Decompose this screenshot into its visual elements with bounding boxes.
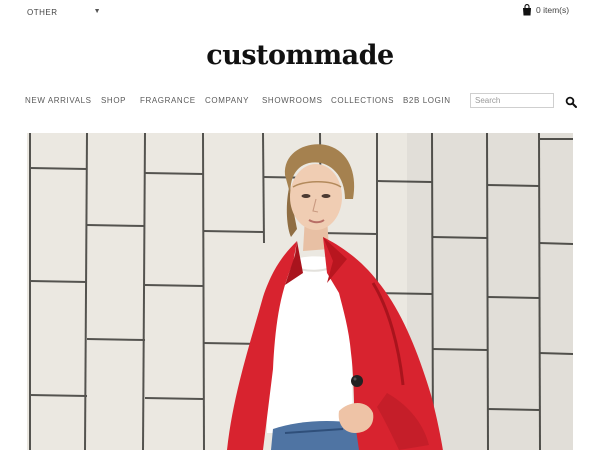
nav-fragrance[interactable]: FRAGRANCE <box>140 96 196 105</box>
hero-banner[interactable] <box>27 133 573 450</box>
region-selector[interactable]: OTHER ▼ <box>27 8 103 22</box>
brand-logo[interactable]: custommade <box>0 40 600 71</box>
nav-showrooms[interactable]: SHOWROOMS <box>262 96 323 105</box>
chevron-down-icon: ▼ <box>93 8 101 15</box>
region-label: OTHER <box>27 8 58 17</box>
nav-new-arrivals[interactable]: NEW ARRIVALS <box>25 96 92 105</box>
nav-collections[interactable]: COLLECTIONS <box>331 96 394 105</box>
hero-image <box>27 133 573 450</box>
cart-count: 0 item(s) <box>536 5 570 15</box>
search-icon[interactable] <box>565 96 577 108</box>
nav-company[interactable]: COMPANY <box>205 96 249 105</box>
cart-link[interactable]: 0 item(s) <box>522 2 569 18</box>
search-input[interactable] <box>470 93 554 108</box>
shopping-bag-icon <box>523 4 531 16</box>
top-bar: OTHER ▼ 0 item(s) <box>0 0 600 28</box>
nav-b2b-login[interactable]: B2B LOGIN <box>403 96 451 105</box>
nav-shop[interactable]: SHOP <box>101 96 126 105</box>
